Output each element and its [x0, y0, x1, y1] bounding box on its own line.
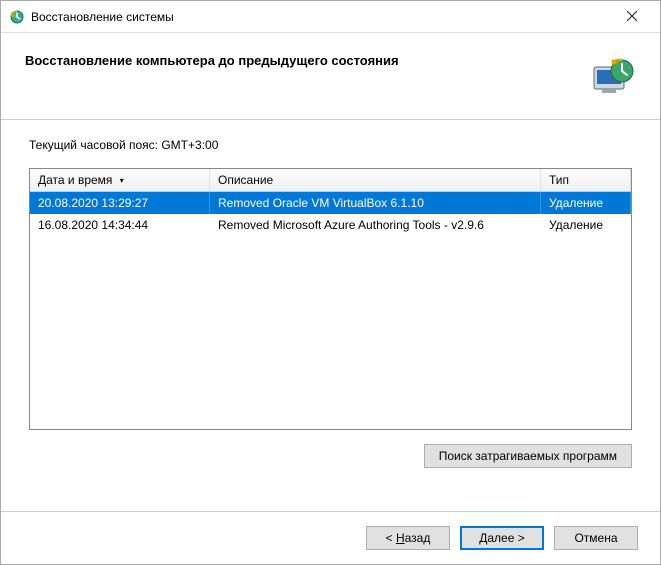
cancel-button[interactable]: Отмена [554, 526, 638, 550]
window-title: Восстановление системы [31, 10, 612, 24]
wizard-footer: < Назад Далее > Отмена [1, 511, 660, 564]
column-header-type[interactable]: Тип [541, 169, 631, 191]
titlebar: Восстановление системы [1, 1, 660, 33]
timezone-label: Текущий часовой пояс: GMT+3:00 [29, 138, 632, 152]
column-header-date-label: Дата и время [38, 173, 112, 187]
table-body: 20.08.2020 13:29:27Removed Oracle VM Vir… [30, 192, 631, 429]
page-heading: Восстановление компьютера до предыдущего… [25, 53, 588, 68]
cell-type: Удаление [541, 192, 631, 214]
column-header-description[interactable]: Описание [210, 169, 541, 191]
restore-points-table: Дата и время ▾ Описание Тип 20.08.2020 1… [29, 168, 632, 430]
next-button[interactable]: Далее > [460, 526, 544, 550]
wizard-content: Текущий часовой пояс: GMT+3:00 Дата и вр… [1, 120, 660, 511]
back-button[interactable]: < Назад [366, 526, 450, 550]
sort-descending-icon: ▾ [120, 176, 124, 185]
table-row[interactable]: 20.08.2020 13:29:27Removed Oracle VM Vir… [30, 192, 631, 214]
wizard-header: Восстановление компьютера до предыдущего… [1, 33, 660, 111]
restore-large-icon [588, 53, 636, 101]
table-row[interactable]: 16.08.2020 14:34:44Removed Microsoft Azu… [30, 214, 631, 236]
cell-description: Removed Oracle VM VirtualBox 6.1.10 [210, 192, 541, 214]
cell-date: 20.08.2020 13:29:27 [30, 192, 210, 214]
scan-affected-programs-button[interactable]: Поиск затрагиваемых программ [424, 444, 632, 468]
table-header: Дата и время ▾ Описание Тип [30, 169, 631, 192]
system-restore-dialog: Восстановление системы Восстановление ко… [0, 0, 661, 565]
column-header-date[interactable]: Дата и время ▾ [30, 169, 210, 191]
system-restore-icon [9, 9, 25, 25]
close-icon [626, 10, 638, 22]
cell-description: Removed Microsoft Azure Authoring Tools … [210, 214, 541, 236]
close-button[interactable] [612, 9, 652, 25]
cell-date: 16.08.2020 14:34:44 [30, 214, 210, 236]
cell-type: Удаление [541, 214, 631, 236]
